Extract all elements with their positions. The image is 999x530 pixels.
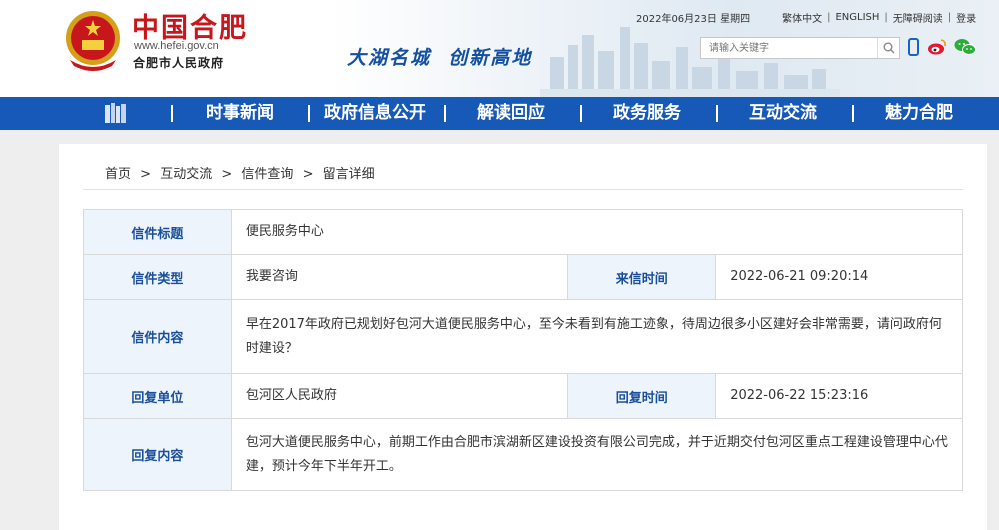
national-emblem-icon [66, 11, 120, 71]
breadcrumb-separator: > [221, 167, 233, 182]
nav-item-interpretation[interactable]: 解读回应 [454, 97, 568, 130]
wechat-icon[interactable] [954, 38, 976, 56]
breadcrumb-letter-query[interactable]: 信件查询 [241, 167, 293, 182]
divider: | [947, 12, 952, 23]
table-row: 信件标题 便民服务中心 [83, 209, 964, 255]
nav-item-charm[interactable]: 魅力合肥 [862, 97, 976, 130]
letter-title-value: 便民服务中心 [230, 209, 964, 255]
search-button[interactable] [877, 38, 899, 58]
reply-unit-label: 回复单位 [83, 373, 232, 419]
reply-content-value: 包河大道便民服务中心，前期工作由合肥市滨湖新区建设投资有限公司完成，并于近期交付… [230, 418, 964, 491]
current-date: 2022年06月23日 星期四 [636, 14, 751, 25]
nav-divider [171, 105, 173, 122]
reply-unit-value: 包河区人民政府 [230, 373, 569, 419]
breadcrumb-divider [83, 189, 963, 190]
table-row: 回复内容 包河大道便民服务中心，前期工作由合肥市滨湖新区建设投资有限公司完成，并… [83, 418, 964, 491]
nav-item-gov-info[interactable]: 政府信息公开 [312, 97, 438, 130]
breadcrumb-separator: > [302, 167, 314, 182]
main-nav-bar: 时事新闻 政府信息公开 解读回应 政务服务 互动交流 魅力合肥 [0, 97, 999, 130]
letter-content-value: 早在2017年政府已规划好包河大道便民服务中心，至今未看到有施工迹象，待周边很多… [230, 299, 964, 374]
breadcrumb-home[interactable]: 首页 [105, 167, 131, 182]
letter-content-label: 信件内容 [83, 299, 232, 374]
search-input[interactable] [701, 38, 877, 58]
site-logo-subtitle: 合肥市人民政府 [133, 56, 225, 70]
reply-content-label: 回复内容 [83, 418, 232, 491]
nav-item-interaction[interactable]: 互动交流 [726, 97, 840, 130]
nav-divider [308, 105, 310, 122]
letter-title-label: 信件标题 [83, 209, 232, 255]
breadcrumb-interaction[interactable]: 互动交流 [160, 167, 212, 182]
english-link[interactable]: ENGLISH [835, 12, 879, 23]
nav-item-news[interactable]: 时事新闻 [183, 97, 297, 130]
breadcrumb-current: 留言详细 [322, 167, 375, 182]
nav-item-services[interactable]: 政务服务 [590, 97, 704, 130]
breadcrumb-separator: > [140, 167, 152, 182]
letter-type-label: 信件类型 [83, 254, 232, 300]
table-row: 信件内容 早在2017年政府已规划好包河大道便民服务中心，至今未看到有施工迹象，… [83, 299, 964, 374]
nav-divider [444, 105, 446, 122]
nav-divider [716, 105, 718, 122]
header-slogan: 大湖名城 创新高地 [347, 47, 533, 69]
divider: | [884, 12, 888, 23]
site-header: 中国合肥 www.hefei.gov.cn 合肥市人民政府 大湖名城 创新高地 … [0, 0, 999, 97]
breadcrumb: 首页 > 互动交流 > 信件查询 > 留言详细 [105, 163, 375, 182]
top-utility-bar: 2022年06月23日 星期四 繁体中文 | ENGLISH | 无障碍阅读 |… [636, 10, 976, 25]
letter-type-value: 我要咨询 [230, 254, 569, 300]
table-row: 信件类型 我要咨询 来信时间 2022-06-21 09:20:14 [83, 254, 963, 300]
reply-time-value: 2022-06-22 15:23:16 [715, 373, 963, 419]
search-icon [883, 42, 894, 54]
traditional-chinese-link[interactable]: 繁体中文 [782, 10, 822, 25]
letter-time-value: 2022-06-21 09:20:14 [715, 254, 963, 300]
letter-detail-table: 信件标题 便民服务中心 信件类型 我要咨询 来信时间 2022-06-21 09… [83, 209, 964, 491]
letter-time-label: 来信时间 [567, 254, 717, 300]
accessibility-link[interactable]: 无障碍阅读 [893, 10, 943, 25]
nav-divider [852, 105, 854, 122]
letter-detail-panel: 首页 > 互动交流 > 信件查询 > 留言详细 信件标题 便民服务中心 信件类型… [59, 144, 987, 530]
site-search-box [700, 37, 900, 59]
reply-time-label: 回复时间 [567, 373, 717, 419]
nav-divider [580, 105, 582, 122]
home-books-icon[interactable] [104, 103, 128, 124]
divider: | [827, 12, 831, 23]
weibo-icon[interactable] [927, 38, 947, 56]
login-link[interactable]: 登录 [956, 10, 976, 25]
table-row: 回复单位 包河区人民政府 回复时间 2022-06-22 15:23:16 [83, 373, 963, 419]
mobile-icon[interactable] [908, 38, 919, 56]
site-logo-url: www.hefei.gov.cn [134, 40, 219, 52]
